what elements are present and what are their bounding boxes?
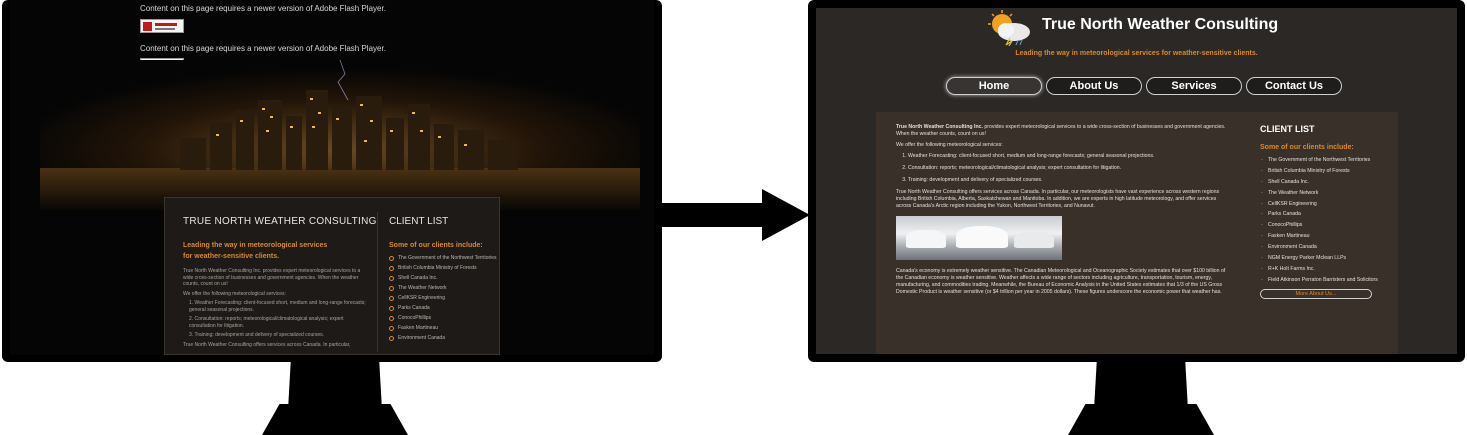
right-monitor-stand [1094,360,1188,410]
old-clients-intro: Some of our clients include: [389,242,483,249]
service-item: Training: development and delivery of sp… [908,177,1232,184]
old-client-item[interactable]: Environment Canada [389,335,497,341]
clients-intro: Some of our clients include: [1260,144,1354,151]
client-list: The Government of the Northwest Territor… [1260,157,1386,283]
old-tagline: Leading the way in meteorological servic… [183,240,363,262]
old-client-item[interactable]: Fasken Martineau [389,325,497,331]
flash-warning: Content on this page requires a newer ve… [140,44,386,53]
old-service: 3. Training: development and delivery of… [189,332,325,338]
old-site-screen: Content on this page requires a newer ve… [10,0,654,355]
old-client-item[interactable]: CellKSR Engineering [389,295,497,301]
old-service: 2. Consultation: reports; meteorological… [189,316,344,329]
arrow-right-icon [662,189,810,241]
weather-logo-icon [988,10,1030,46]
site-tagline: Leading the way in meteorological servic… [1015,50,1258,57]
client-item[interactable]: Environment Canada [1260,244,1386,251]
service-item: Weather Forecasting: client-focused shor… [908,153,1232,160]
site-title[interactable]: True North Weather Consulting [1042,16,1278,34]
snow-street-image [896,216,1062,260]
client-item[interactable]: R+K Holt Farms Inc. [1260,266,1386,273]
old-content-panel: TRUE NORTH WEATHER CONSULTING CLIENT LIS… [164,197,500,355]
old-service: 1. Weather Forecasting: client-focused s… [189,300,366,313]
nav-home[interactable]: Home [946,77,1042,95]
services-list: Weather Forecasting: client-focused shor… [908,153,1232,184]
client-item[interactable]: British Columbia Ministry of Forests [1260,168,1386,175]
old-site-monitor: Content on this page requires a newer ve… [2,0,662,362]
right-monitor-base [1068,404,1214,435]
old-body-text: True North Weather Consulting Inc. provi… [183,268,369,351]
client-item[interactable]: Parks Canada [1260,211,1386,218]
content-area: True North Weather Consulting Inc. provi… [876,112,1398,354]
old-client-item[interactable]: The Government of the Northwest Territor… [389,255,497,261]
old-tagline-line2: for weather-sensitive clients. [183,253,280,260]
intro-paragraph: True North Weather Consulting Inc. provi… [896,124,1232,138]
left-monitor-base [262,404,408,435]
old-client-item[interactable]: British Columbia Ministry of Forests [389,265,497,271]
old-client-heading: CLIENT LIST [389,216,449,227]
panel-divider [377,212,378,352]
get-flash-button[interactable] [140,19,184,33]
old-client-list: The Government of the Northwest Territor… [389,255,497,345]
new-site-screen: True North Weather Consulting Leading th… [816,8,1457,354]
nav-contact-us[interactable]: Contact Us [1246,77,1342,95]
main-content: True North Weather Consulting Inc. provi… [896,124,1232,300]
nav-services[interactable]: Services [1146,77,1242,95]
nav-about-us[interactable]: About Us [1046,77,1142,95]
client-item[interactable]: The Government of the Northwest Territor… [1260,157,1386,164]
flash-warning-top: Content on this page requires a newer ve… [140,4,386,13]
services-intro: We offer the following meteorological se… [896,142,1003,148]
old-client-item[interactable]: Shell Canada Inc. [389,275,497,281]
client-item[interactable]: The Weather Network [1260,190,1386,197]
client-list-heading: CLIENT LIST [1260,124,1315,134]
old-canada: True North Weather Consulting offers ser… [183,341,351,348]
old-offer: We offer the following meteorological se… [183,290,286,297]
old-tagline-line1: Leading the way in meteorological servic… [183,242,328,249]
client-item[interactable]: Shell Canada Inc. [1260,179,1386,186]
old-site-heading: TRUE NORTH WEATHER CONSULTING [183,216,377,227]
old-client-item[interactable]: The Weather Network [389,285,497,291]
client-item[interactable]: Field Atkinson Perraton Barristers and S… [1260,277,1386,284]
comparison-stage: Content on this page requires a newer ve… [0,0,1467,435]
new-site-monitor: True North Weather Consulting Leading th… [808,0,1465,362]
client-item[interactable]: Fasken Martineau [1260,233,1386,240]
client-sidebar: CLIENT LIST Some of our clients include:… [1260,124,1386,300]
old-client-item[interactable]: ConocoPhillips [389,315,497,321]
city-skyline-image [40,60,640,210]
old-client-item[interactable]: Parks Canada [389,305,497,311]
service-item: Consultation: reports; meteorological/cl… [908,165,1232,172]
client-item[interactable]: CellKSR Engineering [1260,201,1386,208]
old-intro: True North Weather Consulting Inc. provi… [183,268,361,287]
canada-paragraph: True North Weather Consulting offers ser… [896,189,1220,209]
more-about-us-button[interactable]: More About Us... [1260,289,1372,300]
left-monitor-stand [288,360,382,410]
economy-paragraph: Canada's economy is extremely weather se… [896,268,1226,295]
client-item[interactable]: ConocoPhillips [1260,222,1386,229]
client-item[interactable]: NGM Energy Parker Mclean LLPs [1260,255,1386,262]
company-name: True North Weather Consulting Inc. [896,124,983,130]
